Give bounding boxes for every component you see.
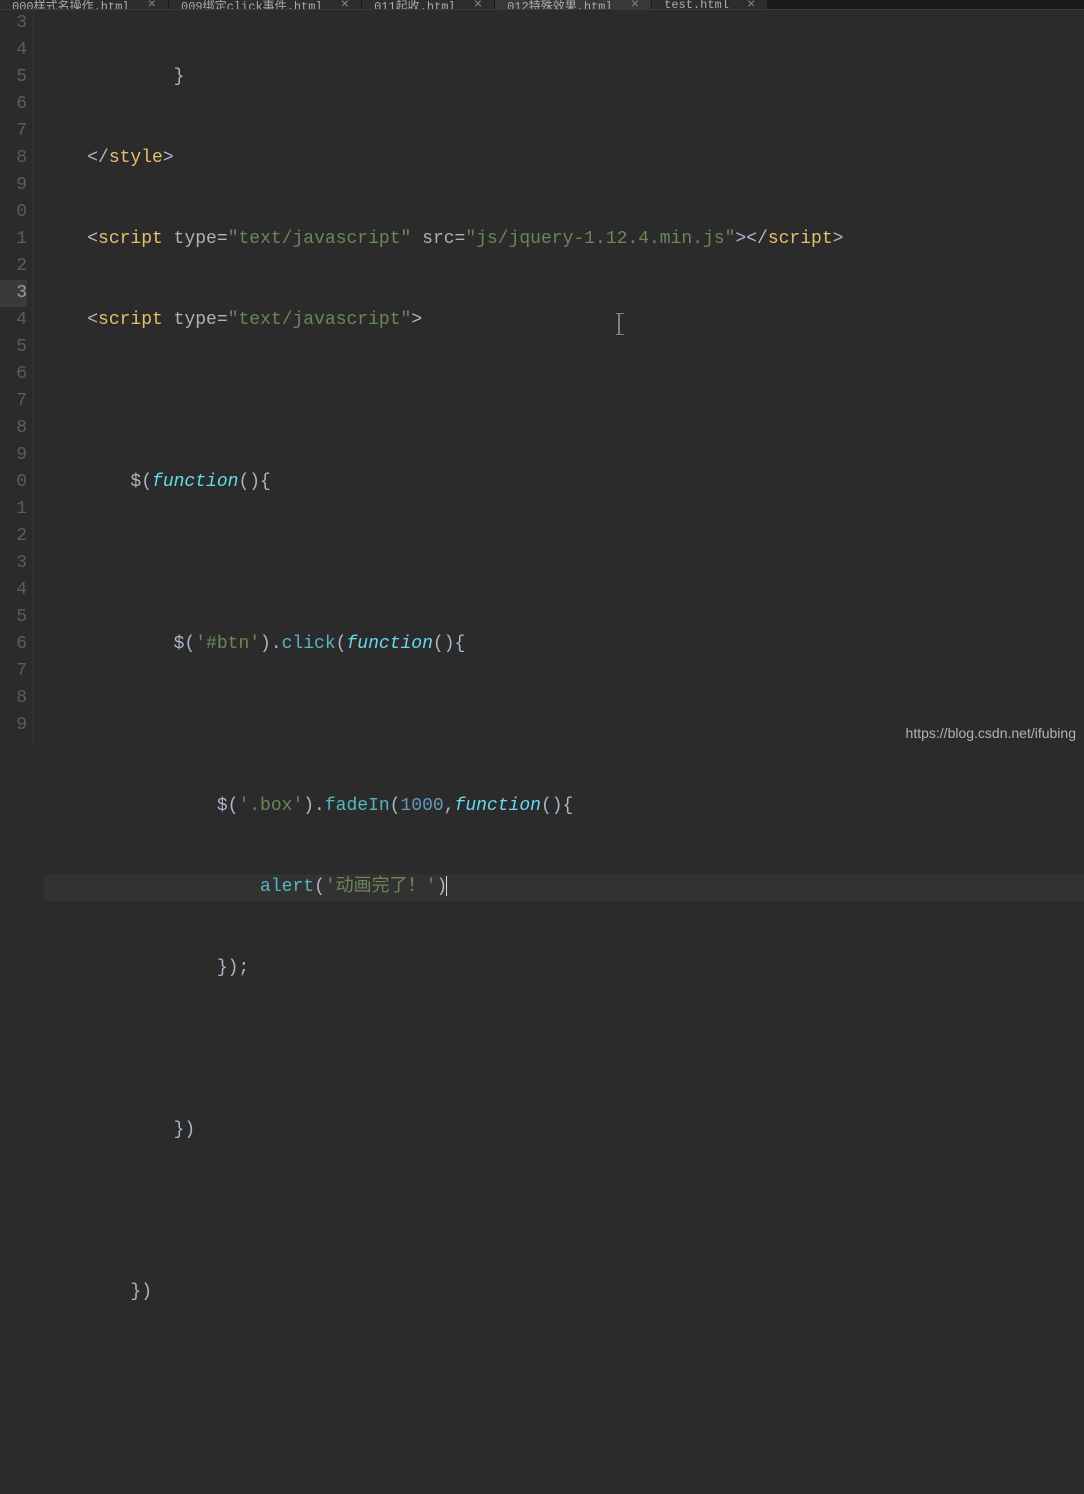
text-cursor	[446, 876, 447, 896]
code-line: <script type="text/javascript" src="js/j…	[44, 226, 1084, 253]
line-number: 9	[0, 172, 27, 199]
line-number: 3	[0, 10, 27, 37]
code-line: });	[44, 955, 1084, 982]
line-number: 6	[0, 361, 27, 388]
code-line	[44, 1036, 1084, 1063]
line-number: 7	[0, 118, 27, 145]
line-number: 2	[0, 523, 27, 550]
tab-label: 009绑定click事件.html	[181, 0, 323, 10]
line-number: 3	[0, 550, 27, 577]
code-line: $('.box').fadeIn(1000,function(){	[44, 793, 1084, 820]
tab-label: 011起收.html	[374, 0, 456, 10]
code-line	[44, 1441, 1084, 1468]
code-line	[44, 1198, 1084, 1225]
line-number: 3	[0, 280, 27, 307]
tab-0[interactable]: 000样式名操作.html ×	[0, 0, 169, 10]
tab-4[interactable]: test.html ×	[652, 0, 768, 10]
line-number: 6	[0, 631, 27, 658]
line-number: 1	[0, 496, 27, 523]
line-number: 9	[0, 712, 27, 739]
close-icon[interactable]: ×	[631, 0, 639, 10]
line-number: 0	[0, 199, 27, 226]
line-number: 5	[0, 604, 27, 631]
editor: 345678901234567890123456789 } </style> <…	[0, 10, 1084, 747]
code-line: $(function(){	[44, 469, 1084, 496]
line-number: 4	[0, 37, 27, 64]
tab-2[interactable]: 011起收.html ×	[362, 0, 495, 10]
close-icon[interactable]: ×	[148, 0, 156, 10]
tab-label: test.html	[664, 0, 729, 10]
tab-label: 000样式名操作.html	[12, 0, 130, 10]
line-number: 6	[0, 91, 27, 118]
tab-3[interactable]: 012特殊效果.html ×	[495, 0, 652, 10]
line-number: 2	[0, 253, 27, 280]
tab-label: 012特殊效果.html	[507, 0, 613, 10]
mouse-text-cursor-icon	[618, 313, 620, 335]
line-number: 4	[0, 577, 27, 604]
line-number: 9	[0, 442, 27, 469]
line-number: 8	[0, 145, 27, 172]
line-number: 5	[0, 64, 27, 91]
tab-1[interactable]: 009绑定click事件.html ×	[169, 0, 362, 10]
line-number: 4	[0, 307, 27, 334]
code-line	[44, 1360, 1084, 1387]
close-icon[interactable]: ×	[341, 0, 349, 10]
code-line	[44, 550, 1084, 577]
code-line: <script type="text/javascript">	[44, 307, 1084, 334]
close-icon[interactable]: ×	[747, 0, 755, 10]
line-number: 8	[0, 685, 27, 712]
code-area[interactable]: } </style> <script type="text/javascript…	[34, 10, 1084, 747]
code-line: $('#btn').click(function(){	[44, 631, 1084, 658]
code-line: alert('动画完了！')	[44, 874, 1084, 901]
watermark: https://blog.csdn.net/ifubing	[906, 725, 1076, 741]
code-line: </style>	[44, 145, 1084, 172]
line-number: 8	[0, 415, 27, 442]
code-line	[44, 388, 1084, 415]
line-number-gutter: 345678901234567890123456789	[0, 10, 34, 747]
code-line: })	[44, 1279, 1084, 1306]
tab-bar: 000样式名操作.html × 009绑定click事件.html × 011起收.…	[0, 0, 1084, 10]
line-number: 0	[0, 469, 27, 496]
code-line: })	[44, 1117, 1084, 1144]
line-number: 1	[0, 226, 27, 253]
line-number: 7	[0, 658, 27, 685]
code-line: }	[44, 64, 1084, 91]
close-icon[interactable]: ×	[474, 0, 482, 10]
line-number: 7	[0, 388, 27, 415]
line-number: 5	[0, 334, 27, 361]
